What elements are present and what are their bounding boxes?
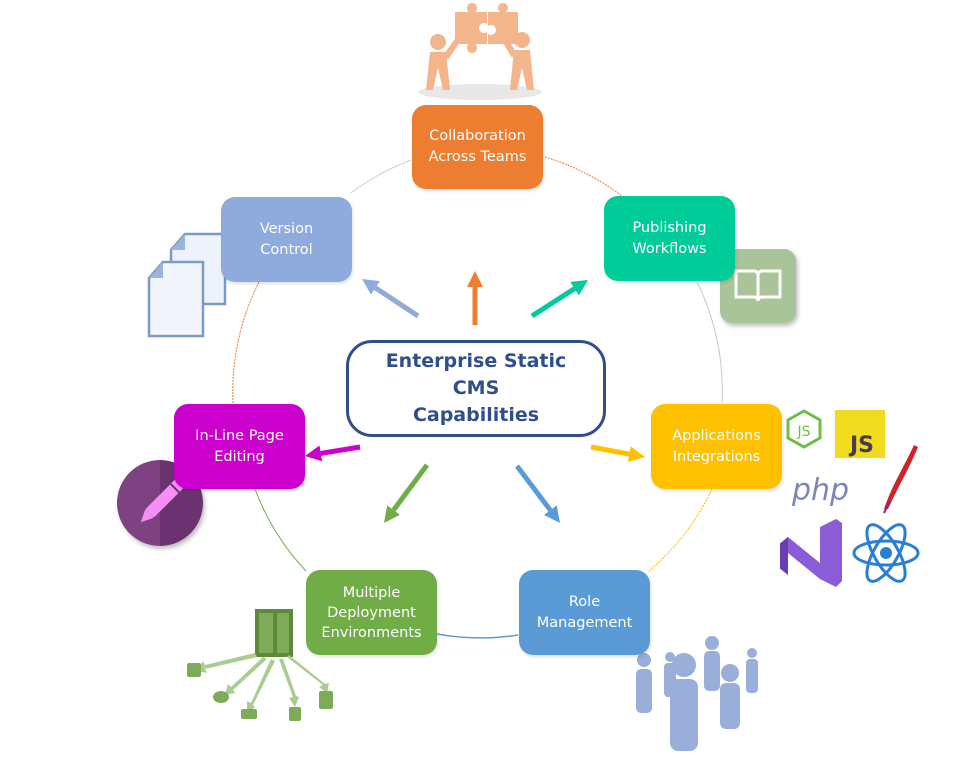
node-deployment: Multiple Deployment Environments	[306, 570, 437, 655]
svg-text:JS: JS	[796, 424, 810, 440]
svg-text:php: php	[791, 473, 849, 508]
node-editing: In-Line Page Editing	[174, 404, 305, 489]
node-applications: Applications Integrations	[651, 404, 782, 489]
javascript-logo: JS	[835, 410, 885, 458]
teamwork-puzzle-icon	[418, 3, 542, 100]
node-collaboration: Collaboration Across Teams	[412, 105, 543, 189]
node-publishing: Publishing Workflows	[604, 196, 735, 281]
nodejs-logo: JS	[786, 409, 822, 449]
arrow-to-version	[362, 279, 420, 319]
arrow-to-editing	[305, 444, 361, 462]
arrow-to-applications	[590, 444, 645, 462]
tech-logos-icon: JS JS php RAILS	[780, 409, 920, 587]
svg-text:JS: JS	[848, 433, 874, 458]
arrow-to-role	[515, 464, 560, 523]
people-group-icon	[636, 636, 758, 751]
arrow-to-deployment	[384, 463, 430, 523]
node-version: Version Control	[221, 197, 352, 282]
arrow-to-collaboration	[467, 271, 483, 325]
center-title: Enterprise Static CMS Capabilities	[346, 340, 606, 437]
react-logo	[852, 523, 920, 583]
node-role: Role Management	[519, 570, 650, 655]
apache-feather-logo	[883, 445, 918, 514]
capabilities-diagram: JS JS php RAILS	[0, 0, 955, 762]
php-logo: php	[791, 473, 849, 508]
arrow-to-publishing	[530, 280, 588, 319]
visual-studio-logo	[780, 519, 842, 587]
